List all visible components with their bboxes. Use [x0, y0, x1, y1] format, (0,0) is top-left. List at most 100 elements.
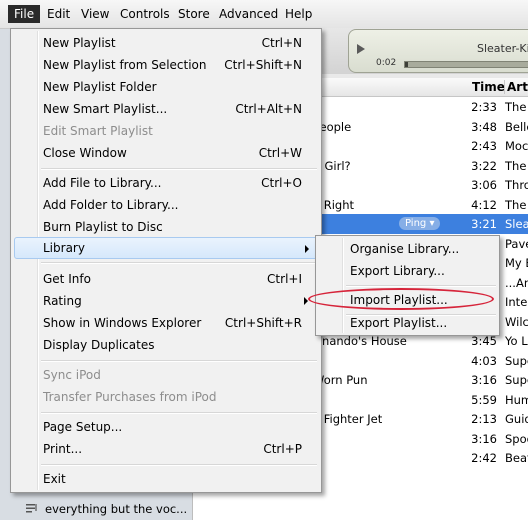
menu-item-library[interactable]: Library — [14, 237, 320, 259]
menu-item-new-smart-playlist[interactable]: New Smart Playlist... Ctrl+Alt+N — [14, 98, 318, 120]
menu-item-new-playlist-from-selection[interactable]: New Playlist from Selection Ctrl+Shift+N — [14, 54, 318, 76]
menu-advanced[interactable]: Advanced — [213, 5, 284, 23]
menu-item-shortcut: Ctrl+O — [261, 176, 302, 190]
menu-item-shortcut: Ctrl+N — [261, 36, 302, 50]
menu-separator — [41, 262, 317, 264]
menu-item-page-setup[interactable]: Page Setup... — [14, 416, 318, 438]
track-artist: Beat — [505, 451, 528, 465]
track-artist: Spoo — [505, 431, 528, 446]
menu-item-display-duplicates[interactable]: Display Duplicates — [14, 334, 318, 356]
track-artist: Sleat — [505, 217, 528, 231]
menu-item-close-window[interactable]: Close Window Ctrl+W — [14, 142, 318, 164]
menu-item-export-library[interactable]: Export Library... — [319, 260, 496, 282]
track-time: 2:33 — [471, 100, 497, 114]
column-header-artist[interactable]: Artis — [504, 80, 528, 94]
track-artist: Belle — [505, 119, 528, 134]
track-time: 3:22 — [471, 158, 497, 173]
track-artist: Supe — [505, 373, 528, 387]
progress-fill — [405, 62, 408, 67]
menu-controls[interactable]: Controls — [114, 5, 176, 23]
playlist-icon — [26, 504, 37, 513]
menu-item-shortcut: Ctrl+I — [267, 272, 302, 286]
track-artist: Guid — [505, 412, 528, 426]
library-submenu: Organise Library... Export Library... Im… — [315, 235, 500, 336]
menu-item-label: Burn Playlist to Disc — [43, 220, 163, 234]
progress-bar[interactable] — [404, 61, 528, 68]
menu-item-label: Rating — [43, 294, 82, 308]
menu-separator — [41, 168, 317, 170]
track-artist: Moc — [505, 139, 528, 153]
menu-edit[interactable]: Edit — [41, 5, 76, 23]
menu-item-label: Add File to Library... — [43, 176, 162, 190]
menu-store[interactable]: Store — [172, 5, 216, 23]
track-time: 5:59 — [471, 392, 497, 407]
menu-separator — [41, 412, 317, 414]
menu-item-burn-playlist-to-disc[interactable]: Burn Playlist to Disc — [14, 216, 318, 238]
menu-item-label: Export Library... — [350, 264, 445, 278]
menu-item-label: Edit Smart Playlist — [43, 124, 153, 138]
menu-item-rating[interactable]: Rating — [14, 290, 318, 312]
ping-button[interactable]: Ping ▾ — [399, 217, 441, 230]
menu-item-add-folder-to-library[interactable]: Add Folder to Library... — [14, 194, 318, 216]
menu-item-sync-ipod: Sync iPod — [14, 364, 318, 386]
sidebar-item-playlist[interactable]: everything but the voc... — [45, 500, 192, 518]
track-time: 3:48 — [471, 119, 497, 134]
track-artist: The E — [505, 197, 528, 212]
menu-item-export-playlist[interactable]: Export Playlist... — [319, 312, 496, 334]
track-name: e Fighter Jet — [313, 412, 383, 426]
submenu-arrow-icon — [305, 245, 309, 253]
track-artist: Inter — [505, 295, 528, 309]
track-artist: Wilc — [505, 314, 528, 329]
menu-help[interactable]: Help — [279, 5, 318, 23]
now-playing-display: Sleater-Kin 0:02 — [348, 29, 528, 73]
menu-item-label: New Playlist Folder — [43, 80, 157, 94]
menu-separator — [41, 360, 317, 362]
track-artist: Pave — [505, 236, 528, 251]
menu-item-label: Organise Library... — [350, 242, 460, 256]
menu-item-edit-smart-playlist: Edit Smart Playlist — [14, 120, 318, 142]
menu-item-new-playlist-folder[interactable]: New Playlist Folder — [14, 76, 318, 98]
track-artist: ...An — [505, 275, 528, 290]
menu-item-label: Sync iPod — [43, 368, 101, 382]
elapsed-time: 0:02 — [376, 58, 397, 68]
column-header-time[interactable]: Time — [472, 80, 505, 94]
menu-item-add-file-to-library[interactable]: Add File to Library... Ctrl+O — [14, 172, 318, 194]
menu-item-organise-library[interactable]: Organise Library... — [319, 238, 496, 260]
track-artist: Thro — [505, 178, 528, 192]
track-time: 2:13 — [471, 412, 497, 426]
play-icon[interactable] — [357, 44, 365, 54]
menu-item-label: Library — [43, 241, 85, 255]
menu-item-label: Display Duplicates — [43, 338, 155, 352]
menu-item-label: Page Setup... — [43, 420, 123, 434]
menu-item-shortcut: Ctrl+Shift+R — [224, 316, 302, 330]
menu-item-label: Exit — [43, 472, 66, 486]
file-menu: New Playlist Ctrl+N New Playlist from Se… — [10, 28, 322, 493]
track-time: 3:16 — [471, 373, 497, 387]
track-time: 3:06 — [471, 178, 497, 192]
track-artist: Yo La — [505, 334, 528, 348]
track-artist: The C — [505, 158, 528, 173]
track-artist: My E — [505, 256, 528, 270]
menu-view[interactable]: View — [75, 5, 115, 23]
menu-item-shortcut: Ctrl+P — [263, 442, 302, 456]
menu-item-label: Get Info — [43, 272, 91, 286]
menu-item-shortcut: Ctrl+Shift+N — [224, 58, 302, 72]
menu-item-new-playlist[interactable]: New Playlist Ctrl+N — [14, 32, 318, 54]
track-time: 2:42 — [471, 451, 497, 465]
menu-item-label: Export Playlist... — [350, 316, 448, 330]
menu-item-exit[interactable]: Exit — [14, 468, 318, 490]
track-time: 4:12 — [471, 197, 497, 212]
menu-item-get-info[interactable]: Get Info Ctrl+I — [14, 268, 318, 290]
now-playing-artist: Sleater-Kin — [477, 42, 528, 55]
track-artist: Supe — [505, 353, 528, 368]
menu-item-label: Print... — [43, 442, 83, 456]
track-artist: Hum — [505, 392, 528, 407]
track-time: 3:21 — [471, 217, 497, 231]
menu-item-print[interactable]: Print... Ctrl+P — [14, 438, 318, 460]
menu-separator — [41, 464, 317, 466]
menu-item-show-in-windows-explorer[interactable]: Show in Windows Explorer Ctrl+Shift+R — [14, 312, 318, 334]
track-time: 2:43 — [471, 139, 497, 153]
menu-item-label: New Playlist from Selection — [43, 58, 207, 72]
menu-file[interactable]: File — [8, 5, 41, 23]
menu-item-label: Add Folder to Library... — [43, 198, 179, 212]
